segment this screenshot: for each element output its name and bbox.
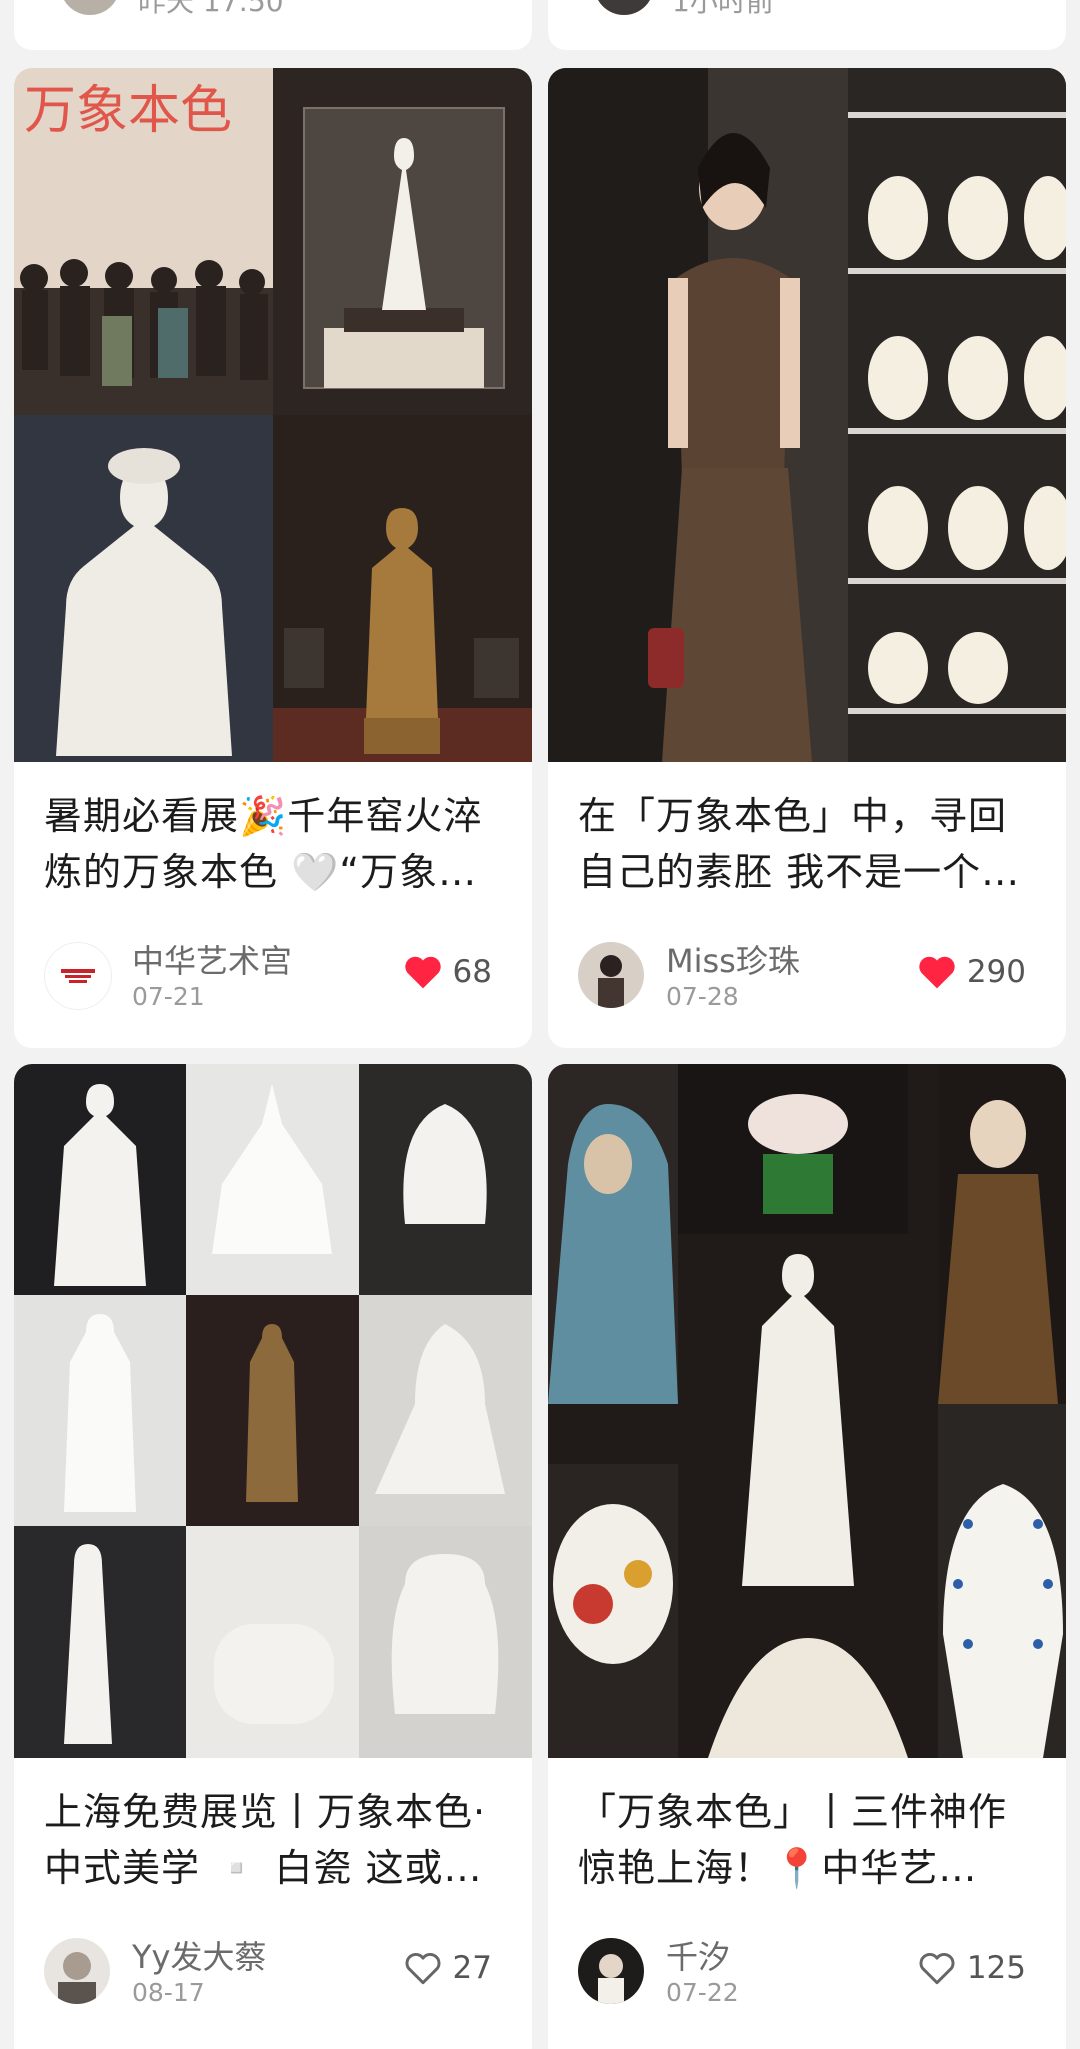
exhibition-collage-image: 万象本色 — [14, 68, 532, 762]
note-cover-image[interactable] — [548, 68, 1066, 762]
author-name[interactable]: Yy发大蔡 — [132, 1932, 267, 1978]
heart-outline-icon — [919, 1953, 955, 1985]
heart-outline-icon — [405, 1953, 440, 1985]
note-card[interactable]: 上海免费展览丨万象本色·中式美学 ▫️ 白瓷 这或… Yy发大蔡 08-17 2… — [14, 1064, 532, 2049]
porcelain-collage-image — [548, 1064, 1066, 1758]
note-date: 08-17 — [132, 1978, 205, 2007]
avatar — [60, 0, 120, 15]
like-count: 68 — [452, 954, 492, 990]
note-time: 昨天 17:50 — [138, 0, 284, 18]
author-name[interactable]: 千汐 — [666, 1932, 730, 1978]
note-card[interactable]: 万象本色 暑期必看展🎉千年窑火淬炼的万象本色 🤍“万象… 中华艺术宫 07-21… — [14, 68, 532, 1048]
avatar — [594, 0, 654, 15]
like-button[interactable]: 290 — [917, 954, 1026, 990]
like-button[interactable]: 125 — [917, 1950, 1026, 1986]
like-count: 125 — [966, 1950, 1026, 1986]
like-button[interactable]: 68 — [403, 954, 492, 990]
like-count: 27 — [452, 1950, 492, 1986]
note-feed: 昨天 17:50 1小时前 万象本色 暑期必看展🎉千年窑火淬炼的万象本色 🤍“万… — [0, 0, 1080, 2049]
note-author-row: 千汐 07-22 125 — [578, 1932, 1036, 2012]
author-name[interactable]: Miss珍珠 — [666, 936, 800, 982]
note-author-row: Miss珍珠 07-28 290 — [578, 936, 1036, 1016]
like-button[interactable]: 27 — [403, 1950, 492, 1986]
museum-logo-icon — [61, 969, 95, 983]
heart-filled-icon — [919, 956, 955, 989]
note-time: 1小时前 — [672, 0, 774, 18]
note-author-row: Yy发大蔡 08-17 27 — [44, 1932, 502, 2012]
note-cover-image[interactable] — [14, 1064, 532, 1758]
like-count: 290 — [966, 954, 1026, 990]
author-name[interactable]: 中华艺术宫 — [132, 936, 292, 982]
note-title[interactable]: 「万象本色」丨三件神作惊艳上海！📍中华艺… — [578, 1784, 1036, 1896]
note-title[interactable]: 暑期必看展🎉千年窑火淬炼的万象本色 🤍“万象… — [44, 788, 502, 900]
portrait-photo-image — [548, 68, 1066, 762]
avatar[interactable] — [44, 942, 112, 1010]
user-photo-icon — [58, 1952, 96, 2004]
note-author-row: 中华艺术宫 07-21 68 — [44, 936, 502, 1016]
user-photo-icon — [598, 1954, 624, 2004]
note-date: 07-21 — [132, 982, 205, 1011]
note-card[interactable]: 「万象本色」丨三件神作惊艳上海！📍中华艺… 千汐 07-22 125 — [548, 1064, 1066, 2049]
avatar[interactable] — [578, 1938, 644, 2004]
note-title[interactable]: 上海免费展览丨万象本色·中式美学 ▫️ 白瓷 这或… — [44, 1784, 502, 1896]
note-card[interactable]: 在「万象本色」中，寻回自己的素胚 我不是一个… Miss珍珠 07-28 290 — [548, 68, 1066, 1048]
note-cover-image[interactable]: 万象本色 — [14, 68, 532, 762]
note-date: 07-28 — [666, 982, 739, 1011]
note-date: 07-22 — [666, 1978, 739, 2007]
note-cover-image[interactable] — [548, 1064, 1066, 1758]
note-card-partial-left[interactable]: 昨天 17:50 — [14, 0, 532, 50]
note-title[interactable]: 在「万象本色」中，寻回自己的素胚 我不是一个… — [578, 788, 1036, 900]
note-card-partial-right[interactable]: 1小时前 — [548, 0, 1066, 50]
porcelain-grid-image — [14, 1064, 532, 1758]
poster-title: 万象本色 — [24, 81, 232, 141]
user-photo-icon — [598, 955, 624, 1008]
heart-filled-icon — [404, 956, 441, 989]
avatar[interactable] — [578, 942, 644, 1008]
avatar[interactable] — [44, 1938, 110, 2004]
